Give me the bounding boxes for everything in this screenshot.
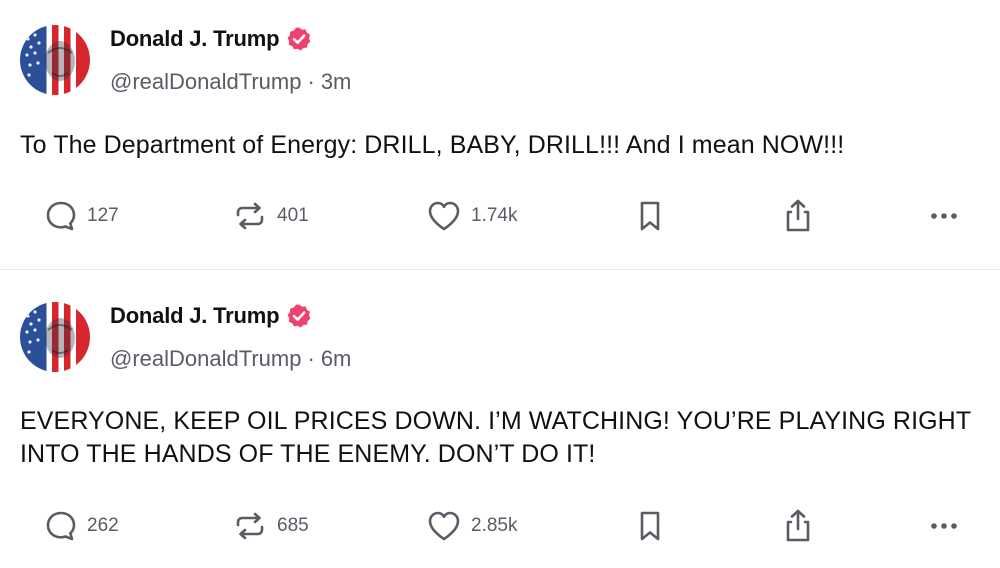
verified-badge-icon [286, 26, 312, 52]
reply-button[interactable]: 127 [44, 196, 119, 236]
separator: · [307, 346, 315, 371]
like-count: 2.85k [471, 515, 518, 536]
verified-badge-icon [286, 303, 312, 329]
heart-icon [428, 511, 460, 541]
share-button[interactable] [781, 196, 815, 236]
post-text: To The Department of Energy: DRILL, BABY… [20, 131, 845, 159]
reply-icon [46, 511, 76, 541]
author-row: Donald J. Trump [110, 26, 312, 52]
post-feed: Donald J. Trump @realDonaldTrump · 3m To T… [0, 0, 1000, 568]
post[interactable]: Donald J. Trump @realDonaldTrump · 6m EVER… [0, 270, 1000, 568]
handle-row: @realDonaldTrump · 3m [110, 69, 351, 95]
separator: · [307, 69, 315, 94]
share-icon [786, 509, 810, 542]
more-button[interactable] [929, 506, 963, 546]
bookmark-icon [640, 511, 660, 541]
like-count: 1.74k [471, 205, 518, 226]
reply-button[interactable]: 262 [44, 506, 119, 546]
bookmark-button[interactable] [636, 196, 664, 236]
reply-icon [46, 201, 76, 231]
like-button[interactable]: 2.85k [426, 506, 517, 546]
repost-icon [236, 202, 264, 230]
author-name[interactable]: Donald J. Trump [110, 26, 280, 52]
like-button[interactable]: 1.74k [426, 196, 517, 236]
action-bar: 127 401 1.74k [0, 196, 1000, 236]
author-name[interactable]: Donald J. Trump [110, 303, 280, 329]
author-row: Donald J. Trump [110, 303, 312, 329]
repost-count: 401 [277, 205, 309, 226]
heart-icon [428, 201, 460, 231]
reply-count: 127 [87, 205, 119, 226]
more-button[interactable] [929, 196, 963, 236]
repost-icon [236, 512, 264, 540]
handle-row: @realDonaldTrump · 6m [110, 346, 351, 372]
avatar-portrait [25, 310, 75, 358]
bookmark-icon [640, 201, 660, 231]
bookmark-button[interactable] [636, 506, 664, 546]
repost-button[interactable]: 685 [232, 506, 309, 546]
post-time[interactable]: 3m [321, 69, 352, 94]
share-button[interactable] [781, 506, 815, 546]
author-handle[interactable]: @realDonaldTrump [110, 346, 301, 371]
more-icon [931, 213, 957, 219]
post-time[interactable]: 6m [321, 346, 352, 371]
repost-button[interactable]: 401 [232, 196, 309, 236]
author-handle[interactable]: @realDonaldTrump [110, 69, 301, 94]
avatar[interactable] [20, 25, 90, 95]
avatar[interactable] [20, 302, 90, 372]
more-icon [931, 523, 957, 529]
repost-count: 685 [277, 515, 309, 536]
post[interactable]: Donald J. Trump @realDonaldTrump · 3m To T… [0, 0, 1000, 269]
post-text: EVERYONE, KEEP OIL PRICES DOWN. I’M WATC… [20, 407, 971, 468]
action-bar: 262 685 2.85k [0, 506, 1000, 546]
reply-count: 262 [87, 515, 119, 536]
avatar-portrait [25, 33, 75, 81]
share-icon [786, 199, 810, 232]
